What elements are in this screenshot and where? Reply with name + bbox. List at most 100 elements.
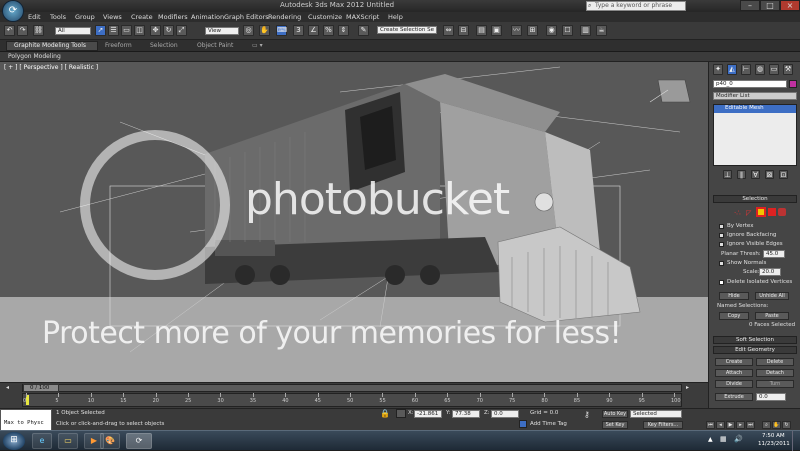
unhide-all-button[interactable]: Unhide All	[755, 292, 789, 300]
turn-button[interactable]: Turn	[756, 380, 794, 388]
reference-coordinate-dropdown[interactable]: View	[205, 27, 239, 35]
menu-graph-editors[interactable]: Graph Editors	[224, 13, 269, 21]
absolute-mode-icon[interactable]	[396, 409, 406, 418]
copy-button[interactable]: Copy	[719, 312, 749, 320]
remove-modifier-icon[interactable]: ⊠	[765, 170, 774, 179]
play-icon[interactable]: ▶	[726, 421, 735, 429]
rotate-icon[interactable]: ↻	[163, 25, 174, 36]
minimize-button[interactable]: –	[740, 0, 760, 11]
time-slider[interactable]	[22, 384, 682, 392]
selected-dropdown[interactable]: Selected	[630, 410, 682, 418]
previous-key-icon[interactable]: ◂	[716, 421, 725, 429]
attach-button[interactable]: Attach	[715, 369, 753, 377]
key-filters-button[interactable]: Key Filters...	[643, 421, 683, 429]
show-end-result-icon[interactable]: ∥	[737, 170, 746, 179]
render-production-icon[interactable]: ☕	[596, 25, 607, 36]
menu-customize[interactable]: Customize	[308, 13, 342, 21]
configure-sets-icon[interactable]: ⊡	[779, 170, 788, 179]
menu-create[interactable]: Create	[131, 13, 153, 21]
divide-button[interactable]: Divide	[715, 380, 753, 388]
render-setup-icon[interactable]: ☐	[562, 25, 573, 36]
planar-thresh-field[interactable]: 45.0	[763, 250, 785, 258]
select-by-name-icon[interactable]: ☰	[108, 25, 119, 36]
selection-rollout[interactable]: Selection	[713, 195, 797, 203]
menu-rendering[interactable]: Rendering	[268, 13, 301, 21]
extrude-amount-field[interactable]: 0.0	[756, 393, 786, 401]
ignore-backfacing-checkbox[interactable]	[719, 233, 724, 238]
show-normals-checkbox[interactable]	[719, 261, 724, 266]
layer-manager-icon[interactable]: ▤	[476, 25, 487, 36]
next-frame-icon[interactable]: ▸	[686, 384, 689, 391]
delete-isolated-checkbox[interactable]	[719, 280, 724, 285]
display-panel-icon[interactable]: ▭	[769, 64, 779, 75]
polygon-icon[interactable]	[768, 208, 776, 216]
network-icon[interactable]: ▦	[720, 435, 727, 443]
snap-toggle-icon[interactable]: 3	[293, 25, 304, 36]
auto-key-button[interactable]: Auto Key	[602, 410, 628, 418]
x-coordinate-field[interactable]: -21.861	[414, 410, 442, 418]
menu-modifiers[interactable]: Modifiers	[158, 13, 188, 21]
pan-icon[interactable]: ✋	[772, 421, 781, 429]
menu-maxscript[interactable]: MAXScript	[346, 13, 379, 21]
face-icon[interactable]	[756, 207, 766, 217]
soft-selection-rollout[interactable]: Soft Selection	[713, 336, 797, 344]
pin-stack-icon[interactable]: ⊥	[723, 170, 732, 179]
material-editor-icon[interactable]: ◉	[546, 25, 557, 36]
spinner-snap-icon[interactable]: ⇕	[338, 25, 349, 36]
set-key-button[interactable]: Set Key	[602, 421, 628, 429]
angle-snap-icon[interactable]: ∠	[308, 25, 319, 36]
select-manipulate-icon[interactable]: ✋	[259, 25, 270, 36]
named-selection-dropdown[interactable]: Create Selection Se	[377, 26, 437, 34]
ignore-visible-edges-checkbox[interactable]	[719, 242, 724, 247]
tab-selection[interactable]: Selection	[150, 42, 178, 49]
element-icon[interactable]	[778, 208, 786, 216]
menu-animation[interactable]: Animation	[191, 13, 224, 21]
maximize-button[interactable]: □	[760, 0, 780, 11]
edit-geometry-rollout[interactable]: Edit Geometry	[713, 346, 797, 354]
undo-icon[interactable]: ↶	[4, 25, 15, 36]
3ds-max-taskbar-icon[interactable]: ⟳	[126, 433, 152, 449]
graphite-toggle-icon[interactable]: ▣	[491, 25, 502, 36]
add-time-tag[interactable]: Add Time Tag	[530, 421, 567, 427]
by-vertex-checkbox[interactable]	[719, 224, 724, 229]
menu-tools[interactable]: Tools	[50, 13, 66, 21]
hierarchy-panel-icon[interactable]: ⊢	[741, 64, 751, 75]
tab-object-paint[interactable]: Object Paint	[197, 42, 233, 49]
hide-button[interactable]: Hide	[719, 292, 749, 300]
modifier-list-dropdown[interactable]: Modifier List	[713, 92, 797, 100]
polygon-modeling-panel[interactable]: Polygon Modeling	[8, 53, 61, 60]
edit-named-selection-icon[interactable]: ✎	[358, 25, 369, 36]
clock-time[interactable]: 7:50 AM	[762, 433, 785, 439]
rectangle-selection-icon[interactable]: ▭	[121, 25, 132, 36]
menu-help[interactable]: Help	[388, 13, 403, 21]
vertex-icon[interactable]: ·∴	[734, 209, 741, 217]
menu-views[interactable]: Views	[103, 13, 122, 21]
tray-up-arrow-icon[interactable]: ▲	[708, 436, 713, 443]
modify-panel-icon[interactable]: ◭	[727, 64, 737, 75]
selection-filter-dropdown[interactable]: All	[55, 27, 91, 35]
tab-freeform[interactable]: Freeform	[105, 42, 132, 49]
mirror-icon[interactable]: ⇔	[443, 25, 454, 36]
perspective-viewport[interactable]: [ + ] [ Perspective ] [ Realistic ] phot…	[0, 62, 708, 382]
curve-editor-icon[interactable]: 〰	[511, 25, 522, 36]
start-button[interactable]: ⊞	[3, 432, 25, 450]
time-tag-icon[interactable]	[519, 420, 527, 428]
select-object-icon[interactable]: ➚	[95, 25, 106, 36]
app-logo-icon[interactable]: ⟳	[2, 0, 24, 22]
close-button[interactable]: ×	[780, 0, 800, 11]
ribbon-options-icon[interactable]: ▭ ▾	[252, 42, 263, 49]
volume-icon[interactable]: 🔊	[734, 435, 743, 443]
scale-field[interactable]: 20.0	[759, 268, 781, 276]
object-color-swatch[interactable]	[789, 80, 797, 88]
menu-edit[interactable]: Edit	[28, 13, 41, 21]
window-crossing-icon[interactable]: ◫	[134, 25, 145, 36]
go-to-start-icon[interactable]: ⏮	[706, 421, 715, 429]
keyboard-shortcut-icon[interactable]: ⌨	[276, 25, 287, 36]
align-icon[interactable]: ⊟	[458, 25, 469, 36]
clock-date[interactable]: 11/23/2011	[758, 441, 790, 447]
pivot-icon[interactable]: ◎	[243, 25, 254, 36]
create-panel-icon[interactable]: ✦	[713, 64, 723, 75]
viewport-label[interactable]: [ + ] [ Perspective ] [ Realistic ]	[4, 64, 98, 71]
search-input[interactable]: Type a keyword or phrase	[586, 1, 686, 11]
object-name-field[interactable]: p40_0	[713, 80, 787, 88]
